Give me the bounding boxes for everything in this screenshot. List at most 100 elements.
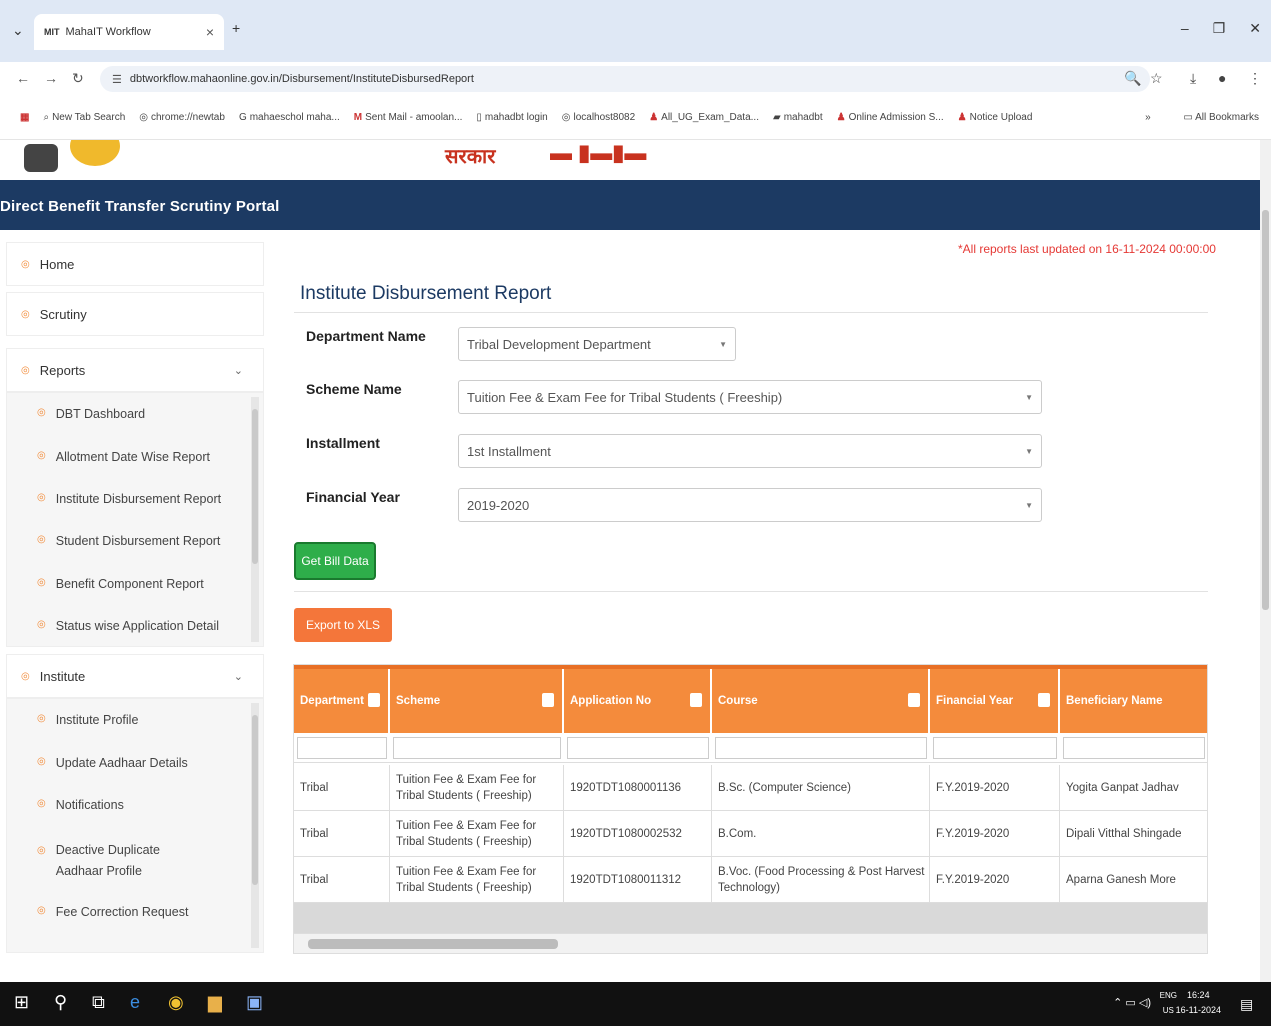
scheme-select[interactable]: Tuition Fee & Exam Fee for Tribal Studen… bbox=[458, 380, 1042, 414]
institute-scrollbar[interactable] bbox=[251, 703, 259, 948]
chrome-icon[interactable]: ◉ bbox=[168, 992, 184, 1013]
profile-icon[interactable]: ● bbox=[1218, 70, 1226, 86]
bookmark-4[interactable]: M Sent Mail - amoolan... bbox=[354, 112, 463, 123]
page-scrollbar[interactable] bbox=[1260, 140, 1271, 982]
sidebar-item-scrutiny[interactable]: ◎ Scrutiny bbox=[6, 292, 264, 336]
filter-icon[interactable] bbox=[908, 693, 920, 707]
filter-icon[interactable] bbox=[690, 693, 702, 707]
sidebar-item-home[interactable]: ◎ Home bbox=[6, 242, 264, 286]
column-header-course[interactable]: Course bbox=[712, 669, 930, 733]
keyboard-region: US bbox=[1162, 1006, 1174, 1015]
filter-input-department[interactable] bbox=[297, 737, 387, 759]
column-header-scheme[interactable]: Scheme bbox=[390, 669, 564, 733]
column-header-department[interactable]: Department bbox=[294, 669, 390, 733]
mahadbt-logo: ▬ ▮▬▮▬ bbox=[550, 140, 647, 165]
sidebar-item-status-wise[interactable]: ◎ Status wise Application Detail bbox=[37, 619, 219, 633]
sidebar-item-dbt-dashboard[interactable]: ◎ DBT Dashboard bbox=[37, 407, 145, 421]
sidebar-item-institute-profile[interactable]: ◎ Institute Profile bbox=[37, 713, 138, 727]
edge-icon[interactable]: e bbox=[130, 992, 140, 1013]
filter-icon[interactable] bbox=[542, 693, 554, 707]
filter-icon[interactable] bbox=[368, 693, 380, 707]
new-tab-button[interactable]: + bbox=[232, 20, 240, 36]
sidebar-item-fee-correction[interactable]: ◎ Fee Correction Request bbox=[37, 905, 188, 919]
sidebar-item-institute[interactable]: ◎ Institute ⌄ bbox=[6, 654, 264, 698]
back-icon[interactable]: ← bbox=[16, 70, 30, 86]
filter-icon[interactable] bbox=[1038, 693, 1050, 707]
cell-beneficiary-name: Yogita Ganpat Jadhav bbox=[1066, 782, 1179, 794]
filter-input-beneficiary-name[interactable] bbox=[1063, 737, 1205, 759]
column-header-beneficiary-name[interactable]: Beneficiary Name bbox=[1060, 669, 1207, 733]
sidebar-item-deactive-duplicate[interactable]: ◎ Deactive Duplicate Aadhaar Profile bbox=[37, 840, 207, 882]
task-view-icon[interactable]: ⧉ bbox=[92, 992, 105, 1013]
bookmark-apps[interactable]: ▦ bbox=[20, 112, 29, 123]
browser-tab[interactable]: MIT MahaIT Workflow × bbox=[34, 14, 224, 50]
download-icon[interactable]: ⤓ bbox=[1190, 70, 1196, 87]
sidebar-item-update-aadhaar[interactable]: ◎ Update Aadhaar Details bbox=[37, 756, 188, 770]
column-header-application-no[interactable]: Application No bbox=[564, 669, 712, 733]
windows-start-icon[interactable]: ⊞ bbox=[14, 992, 29, 1013]
institute-scrollbar-thumb[interactable] bbox=[252, 715, 258, 885]
column-header-financial-year[interactable]: Financial Year bbox=[930, 669, 1060, 733]
sidebar-item-institute-disbursement[interactable]: ◎ Institute Disbursement Report bbox=[37, 492, 221, 506]
installment-select[interactable]: 1st Installment ▼ bbox=[458, 434, 1042, 468]
address-bar[interactable]: ☰ dbtworkflow.mahaonline.gov.in/Disburse… bbox=[100, 66, 1150, 92]
filter-input-scheme[interactable] bbox=[393, 737, 561, 759]
search-icon[interactable]: ⚲ bbox=[54, 992, 67, 1013]
sidebar-item-student-disbursement[interactable]: ◎ Student Disbursement Report bbox=[37, 534, 220, 548]
bullet-icon: ◎ bbox=[37, 756, 46, 767]
column-header-label: Course bbox=[718, 695, 758, 707]
bookmark-7[interactable]: ♟ All_UG_Exam_Data... bbox=[649, 112, 759, 123]
sidebar-item-reports[interactable]: ◎ Reports ⌄ bbox=[6, 348, 264, 392]
notification-icon[interactable]: ▤ bbox=[1240, 996, 1253, 1013]
table-horizontal-scrollbar[interactable] bbox=[294, 933, 1207, 953]
sidebar-item-benefit-component[interactable]: ◎ Benefit Component Report bbox=[37, 577, 204, 591]
filter-input-financial-year[interactable] bbox=[933, 737, 1057, 759]
financial-year-select[interactable]: 2019-2020 ▼ bbox=[458, 488, 1042, 522]
sidebar-item-notifications[interactable]: ◎ Notifications bbox=[37, 798, 124, 812]
restore-icon[interactable]: ❐ bbox=[1213, 20, 1226, 37]
system-clock[interactable]: 16:24 16-11-2024 bbox=[1176, 988, 1221, 1018]
filter-input-application-no[interactable] bbox=[567, 737, 709, 759]
minimize-icon[interactable]: – bbox=[1181, 20, 1189, 37]
bookmark-star-icon[interactable]: ☆ bbox=[1150, 70, 1163, 87]
table-row[interactable]: Tribal Tuition Fee & Exam Fee for Tribal… bbox=[294, 857, 1207, 903]
forward-icon[interactable]: → bbox=[44, 70, 58, 86]
table-row[interactable]: Tribal Tuition Fee & Exam Fee for Tribal… bbox=[294, 811, 1207, 857]
tab-search-icon[interactable]: ⌄ bbox=[12, 22, 24, 39]
filter-input-course[interactable] bbox=[715, 737, 927, 759]
sidebar-item-label: Status wise Application Detail bbox=[55, 619, 220, 633]
file-explorer-icon[interactable]: ▆ bbox=[208, 992, 222, 1013]
bookmark-label: Notice Upload bbox=[969, 112, 1033, 123]
bookmark-2[interactable]: ◎ chrome://newtab bbox=[139, 112, 225, 123]
bookmark-10[interactable]: ♟ Notice Upload bbox=[958, 112, 1033, 123]
table-row[interactable]: Tribal Tuition Fee & Exam Fee for Tribal… bbox=[294, 765, 1207, 811]
zoom-icon[interactable]: 🔍 bbox=[1124, 70, 1141, 87]
reload-icon[interactable]: ↻ bbox=[72, 70, 84, 87]
reports-scrollbar-thumb[interactable] bbox=[252, 409, 258, 564]
bullet-icon: ◎ bbox=[37, 713, 46, 724]
department-value: Tribal Development Department bbox=[467, 336, 651, 352]
language-indicator[interactable]: ENG US bbox=[1160, 988, 1177, 1018]
tab-favicon: MIT bbox=[44, 27, 60, 37]
bookmark-6[interactable]: ◎ localhost8082 bbox=[562, 112, 635, 123]
system-tray-icons[interactable]: ⌃ ▭ ◁) bbox=[1113, 996, 1151, 1009]
bookmark-8[interactable]: ▰ mahadbt bbox=[773, 112, 823, 123]
bookmark-5[interactable]: ▯ mahadbt login bbox=[476, 112, 547, 123]
more-bookmarks-icon[interactable]: » bbox=[1145, 112, 1151, 123]
department-select[interactable]: Tribal Development Department ▼ bbox=[458, 327, 736, 361]
menu-icon[interactable]: ⋮ bbox=[1248, 70, 1262, 87]
bookmark-1[interactable]: ⌕ New Tab Search bbox=[43, 112, 125, 123]
table-scrollbar-thumb[interactable] bbox=[308, 939, 558, 949]
app-icon[interactable]: ▣ bbox=[246, 992, 263, 1013]
sidebar-item-allotment-report[interactable]: ◎ Allotment Date Wise Report bbox=[37, 450, 210, 464]
reports-scrollbar[interactable] bbox=[251, 397, 259, 642]
site-info-icon[interactable]: ☰ bbox=[112, 73, 122, 86]
all-bookmarks[interactable]: » ▭ All Bookmarks bbox=[1145, 112, 1259, 123]
close-window-icon[interactable]: ✕ bbox=[1249, 20, 1261, 37]
page-scrollbar-thumb[interactable] bbox=[1262, 210, 1269, 610]
bookmark-9[interactable]: ♟ Online Admission S... bbox=[837, 112, 944, 123]
export-xls-button[interactable]: Export to XLS bbox=[294, 608, 392, 642]
bookmark-3[interactable]: Gmahaeschol maha... bbox=[239, 112, 340, 123]
get-bill-data-button[interactable]: Get Bill Data bbox=[294, 542, 376, 580]
tab-close-icon[interactable]: × bbox=[206, 24, 214, 40]
